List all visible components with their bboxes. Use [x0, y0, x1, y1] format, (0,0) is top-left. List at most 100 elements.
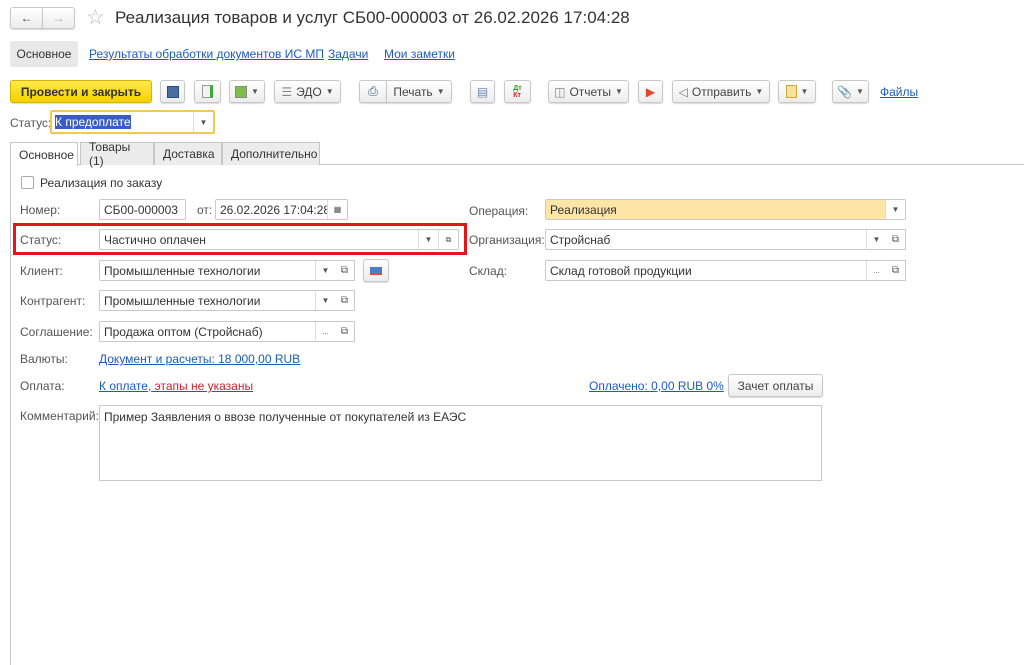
number-input[interactable]: СБ00-000003 [99, 199, 186, 220]
by-order-checkbox[interactable] [21, 176, 34, 189]
caret-down-icon: ▼ [856, 87, 864, 96]
warehouse-select[interactable]: Склад готовой продукции... [545, 260, 887, 281]
counterparty-value: Промышленные технологии [104, 293, 261, 308]
client-card-button[interactable] [363, 259, 389, 282]
payment-link[interactable]: К оплате, этапы не указаны [99, 379, 253, 393]
status-select[interactable]: Частично оплачен ▼ ⧉ [99, 229, 459, 250]
nav-tab-notes[interactable]: Мои заметки [384, 47, 455, 61]
by-order-label: Реализация по заказу [40, 176, 163, 190]
agreement-value: Продажа оптом (Стройснаб) [104, 324, 263, 339]
offset-payment-button[interactable]: Зачет оплаты [728, 374, 823, 397]
client-select[interactable]: Промышленные технологии ▼ [99, 260, 336, 281]
currency-label: Валюты: [20, 352, 68, 366]
counterparty-select[interactable]: Промышленные технологии ▼ [99, 290, 336, 311]
floppy-icon [166, 85, 179, 98]
operation-label: Операция: [469, 204, 529, 218]
agreement-select[interactable]: Продажа оптом (Стройснаб)... [99, 321, 336, 342]
caret-down-icon[interactable]: ▼ [866, 230, 886, 249]
post-button[interactable] [194, 80, 221, 103]
organization-label: Организация: [469, 233, 545, 247]
client-value: Промышленные технологии [104, 263, 261, 278]
ellipsis-icon[interactable]: ... [866, 261, 886, 280]
edo-button[interactable]: ☰ ЭДО ▼ [274, 80, 341, 103]
number-value: СБ00-000003 [104, 202, 178, 217]
open-icon[interactable]: ⧉ [438, 230, 458, 249]
status-label: Статус: [20, 233, 62, 247]
document-history-button[interactable]: ▼ [778, 80, 816, 103]
files-link[interactable]: Файлы [880, 85, 918, 99]
counterparty-label: Контрагент: [20, 294, 86, 308]
header-status-select[interactable]: К предоплате ▼ [50, 110, 215, 134]
comment-textarea[interactable]: Пример Заявления о ввозе полученные от п… [99, 405, 822, 481]
open-icon[interactable]: ⧉ [335, 290, 355, 311]
nav-tab-ismp[interactable]: Результаты обработки документов ИС МП [89, 47, 324, 61]
open-icon[interactable]: ⧉ [335, 260, 355, 281]
page-title: Реализация товаров и услуг СБ00-000003 о… [115, 8, 630, 27]
client-label: Клиент: [20, 264, 63, 278]
send-icon: ◁ [678, 84, 688, 99]
save-button[interactable] [160, 80, 185, 103]
list-icon: ▤ [476, 84, 489, 99]
post-and-close-button[interactable]: Провести и закрыть [10, 80, 152, 103]
ellipsis-icon[interactable]: ... [315, 322, 335, 341]
date-value: 26.02.2026 17:04:28 [220, 202, 327, 217]
play-colored-icon: ▶ [645, 84, 656, 99]
caret-down-icon: ▼ [614, 87, 623, 96]
payment-link-text: К оплате, [99, 379, 152, 393]
header-status-label: Статус: [10, 116, 52, 130]
print-button[interactable]: Печать ▼ [386, 80, 452, 103]
structure-button[interactable]: ▤ [470, 80, 495, 103]
header-status-value: К предоплате [55, 115, 131, 129]
warehouse-value: Склад готовой продукции [550, 263, 692, 278]
attach-button[interactable]: 📎 ▼ [832, 80, 869, 103]
create-based-on-button[interactable]: ▼ [229, 80, 265, 103]
tab-additional[interactable]: Дополнительно [222, 142, 320, 165]
caret-down-icon: ▼ [436, 87, 445, 96]
tab-delivery[interactable]: Доставка [154, 142, 222, 165]
back-button[interactable]: ← [10, 7, 43, 29]
edo-icon: ☰ [281, 84, 293, 99]
paperclip-icon: 📎 [837, 84, 853, 99]
caret-down-icon: ▼ [755, 87, 764, 96]
agreement-label: Соглашение: [20, 325, 93, 339]
status-value: Частично оплачен [104, 232, 206, 247]
star-icon[interactable]: ☆ [86, 5, 105, 30]
dt-kt-icon: Дт Кт [513, 84, 522, 99]
warehouse-label: Склад: [469, 264, 508, 278]
date-input[interactable]: 26.02.2026 17:04:28 ▦ [215, 199, 348, 220]
payment-label: Оплата: [20, 379, 65, 393]
comment-label: Комментарий: [20, 409, 99, 423]
marketplace-button[interactable]: ▶ [638, 80, 663, 103]
print-icon-button[interactable]: ⎙ [359, 80, 387, 103]
payment-stages-warning: этапы не указаны [151, 379, 254, 393]
arrow-right-icon: → [52, 11, 65, 25]
caret-down-icon[interactable]: ▼ [315, 261, 335, 280]
caret-down-icon: ▼ [325, 87, 334, 96]
number-label: Номер: [20, 203, 61, 217]
tab-goods[interactable]: Товары (1) [80, 140, 154, 168]
create-based-icon [235, 85, 248, 98]
currency-link[interactable]: Документ и расчеты: 18 000,00 RUB [99, 352, 300, 366]
nav-tab-main[interactable]: Основное [10, 41, 78, 67]
open-icon[interactable]: ⧉ [886, 260, 906, 281]
caret-down-icon[interactable]: ▼ [885, 200, 905, 219]
caret-down-icon[interactable]: ▼ [193, 112, 213, 132]
operation-select[interactable]: Реализация ▼ [545, 199, 906, 220]
tab-main[interactable]: Основное [10, 142, 78, 166]
reports-icon: ◫ [554, 84, 566, 99]
dt-kt-button[interactable]: Дт Кт [504, 80, 531, 103]
forward-button[interactable]: → [42, 7, 75, 29]
caret-down-icon[interactable]: ▼ [315, 291, 335, 310]
nav-tab-tasks[interactable]: Задачи [328, 47, 368, 61]
send-label: Отправить [691, 84, 752, 99]
paid-link[interactable]: Оплачено: 0,00 RUB 0% [589, 379, 724, 393]
open-icon[interactable]: ⧉ [886, 229, 906, 250]
caret-down-icon[interactable]: ▼ [418, 230, 438, 249]
print-label: Печать [393, 84, 433, 99]
send-button[interactable]: ◁ Отправить ▼ [672, 80, 770, 103]
edo-label: ЭДО [296, 84, 322, 99]
calendar-icon[interactable]: ▦ [327, 200, 347, 219]
open-icon[interactable]: ⧉ [335, 321, 355, 342]
reports-button[interactable]: ◫ Отчеты ▼ [548, 80, 629, 103]
organization-select[interactable]: Стройснаб ▼ [545, 229, 887, 250]
